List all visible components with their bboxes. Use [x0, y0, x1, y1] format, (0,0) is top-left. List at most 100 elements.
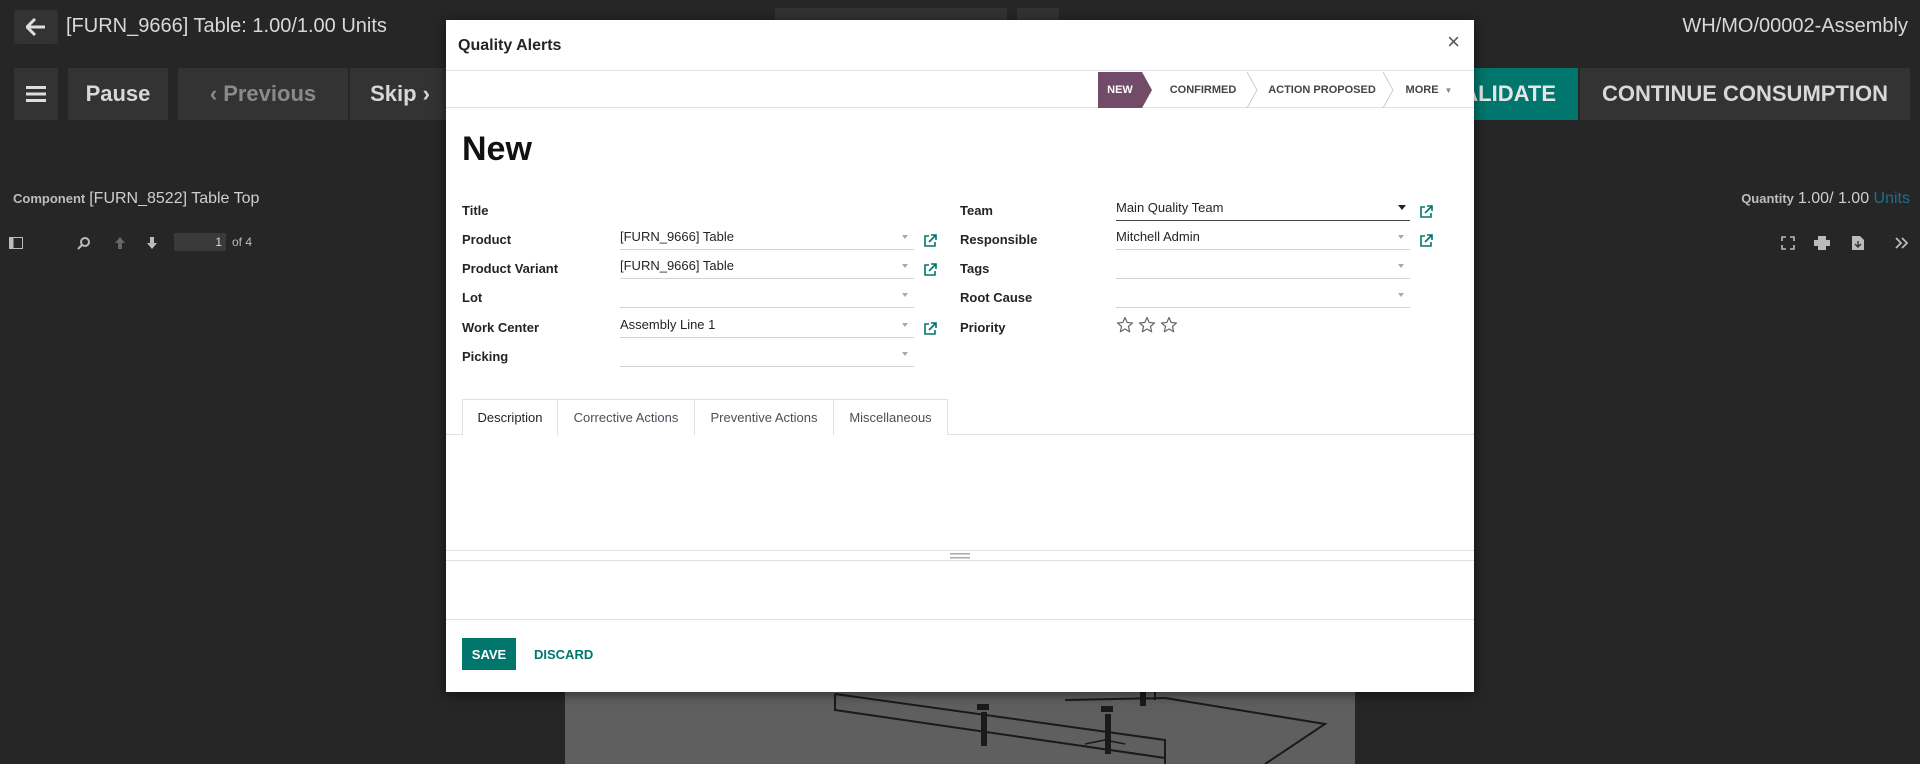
root-cause-select[interactable]	[1116, 284, 1410, 308]
validate-label: ALIDATE	[1462, 81, 1556, 106]
field-label-lot: Lot	[462, 290, 483, 305]
quantity-label: Quantity	[1741, 191, 1794, 206]
stage-arrow-active	[1142, 72, 1152, 108]
search-icon[interactable]	[74, 233, 94, 253]
arrow-up-icon[interactable]	[110, 233, 130, 253]
description-editor[interactable]	[446, 436, 1474, 551]
external-link-icon[interactable]	[922, 321, 938, 337]
dialog-title: Quality Alerts	[458, 37, 562, 54]
pause-label: Pause	[85, 81, 151, 106]
tab-description[interactable]: Description	[462, 399, 558, 436]
close-icon[interactable]: ×	[1447, 31, 1460, 53]
divider	[446, 560, 1474, 561]
field-label-title: Title	[462, 203, 489, 218]
dialog-footer: SAVE DISCARD	[446, 619, 1474, 692]
discard-button[interactable]: DISCARD	[534, 638, 593, 670]
stage-more-dropdown[interactable]: MORE ▼	[1396, 72, 1462, 108]
field-label-root-cause: Root Cause	[960, 290, 1033, 305]
tab-miscellaneous[interactable]: Miscellaneous	[833, 399, 948, 435]
caret-down-icon	[902, 264, 908, 268]
caret-down-icon	[1398, 264, 1404, 268]
stage-new[interactable]: NEW	[1098, 72, 1142, 108]
external-link-icon[interactable]	[1418, 233, 1434, 249]
quantity-info: Quantity 1.00/ 1.00 Units	[1741, 190, 1910, 208]
star-icon[interactable]	[1116, 316, 1134, 334]
field-label-picking: Picking	[462, 349, 509, 364]
menu-button[interactable]	[14, 68, 58, 120]
sidebar-toggle-icon[interactable]	[6, 233, 26, 253]
product-select[interactable]: [FURN_9666] Table	[620, 226, 914, 250]
skip-button[interactable]: Skip ›	[350, 68, 450, 120]
stage-label: ACTION PROPOSED	[1268, 84, 1376, 96]
picking-select[interactable]	[620, 343, 914, 367]
stage-label: CONFIRMED	[1169, 84, 1237, 96]
double-chevron-right-icon[interactable]	[1892, 233, 1912, 253]
stage-arrow	[1246, 72, 1258, 108]
external-link-icon[interactable]	[922, 233, 938, 249]
resize-handle-icon[interactable]	[950, 553, 970, 559]
tab-label: Corrective Actions	[573, 410, 679, 425]
product-variant-select[interactable]: [FURN_9666] Table	[620, 255, 914, 279]
save-button[interactable]: SAVE	[462, 638, 516, 670]
tab-corrective-actions[interactable]: Corrective Actions	[557, 399, 695, 435]
record-name: New	[462, 130, 532, 168]
caret-down-icon	[902, 235, 908, 239]
quantity-value: 1.00/ 1.00	[1797, 190, 1870, 207]
work-center-select[interactable]: Assembly Line 1	[620, 314, 914, 338]
stage-label: NEW	[1107, 84, 1133, 96]
lot-select[interactable]	[620, 284, 914, 308]
field-label-product: Product	[462, 232, 512, 247]
caret-down-icon: ▼	[1444, 85, 1453, 95]
tab-label: Preventive Actions	[710, 410, 818, 425]
notebook-tabs: Description Corrective Actions Preventiv…	[446, 399, 1474, 436]
field-label-team: Team	[960, 203, 993, 218]
print-icon[interactable]	[1812, 233, 1832, 253]
field-label-work-center: Work Center	[462, 320, 540, 335]
external-link-icon[interactable]	[922, 262, 938, 278]
star-icon[interactable]	[1138, 316, 1156, 334]
previous-label: Previous	[223, 81, 317, 106]
skip-label: Skip	[370, 81, 417, 106]
continue-label: CONTINUE CONSUMPTION	[1602, 81, 1888, 106]
continue-consumption-button[interactable]: CONTINUE CONSUMPTION	[1580, 68, 1910, 120]
field-label-product-variant: Product Variant	[462, 261, 559, 276]
component-info: Component [FURN_8522] Table Top	[13, 190, 259, 208]
field-label-responsible: Responsible	[960, 232, 1038, 247]
tab-preventive-actions[interactable]: Preventive Actions	[694, 399, 834, 435]
tab-label: Miscellaneous	[849, 410, 932, 425]
chevron-right-icon: ›	[422, 81, 430, 106]
download-icon[interactable]	[1848, 233, 1868, 253]
discard-label: DISCARD	[534, 646, 594, 662]
team-select[interactable]: Main Quality Team	[1116, 197, 1410, 221]
previous-button[interactable]: ‹ Previous	[178, 68, 348, 120]
responsible-value: Mitchell Admin	[1116, 229, 1200, 244]
arrow-down-icon[interactable]	[142, 233, 162, 253]
dialog-header: Quality Alerts ×	[446, 20, 1474, 71]
title-input[interactable]	[620, 200, 914, 224]
tags-select[interactable]	[1116, 255, 1410, 279]
back-button[interactable]	[14, 10, 58, 44]
work-center-value: Assembly Line 1	[620, 317, 716, 332]
stage-confirmed[interactable]: CONFIRMED	[1158, 72, 1248, 108]
pause-button[interactable]: Pause	[68, 68, 168, 120]
stage-arrow	[1382, 72, 1394, 108]
caret-down-icon	[902, 352, 908, 356]
save-label: SAVE	[471, 646, 507, 662]
component-label: Component	[13, 191, 86, 206]
caret-down-icon	[1398, 235, 1404, 239]
arrow-left-icon	[26, 18, 45, 36]
field-label-priority: Priority	[960, 320, 1006, 335]
team-value: Main Quality Team	[1116, 200, 1224, 215]
caret-down-icon	[1398, 205, 1406, 210]
star-icon[interactable]	[1160, 316, 1178, 334]
fullscreen-icon[interactable]	[1778, 233, 1798, 253]
quantity-units: Units	[1873, 190, 1910, 207]
production-reference: WH/MO/00002-Assembly	[1682, 15, 1908, 37]
caret-down-icon	[1398, 293, 1404, 297]
component-value: [FURN_8522] Table Top	[89, 190, 260, 207]
responsible-select[interactable]: Mitchell Admin	[1116, 226, 1410, 250]
external-link-icon[interactable]	[1418, 204, 1434, 220]
product-variant-value: [FURN_9666] Table	[620, 258, 734, 273]
page-number-input[interactable]: 1	[174, 233, 226, 251]
stage-action-proposed[interactable]: ACTION PROPOSED	[1260, 72, 1384, 108]
